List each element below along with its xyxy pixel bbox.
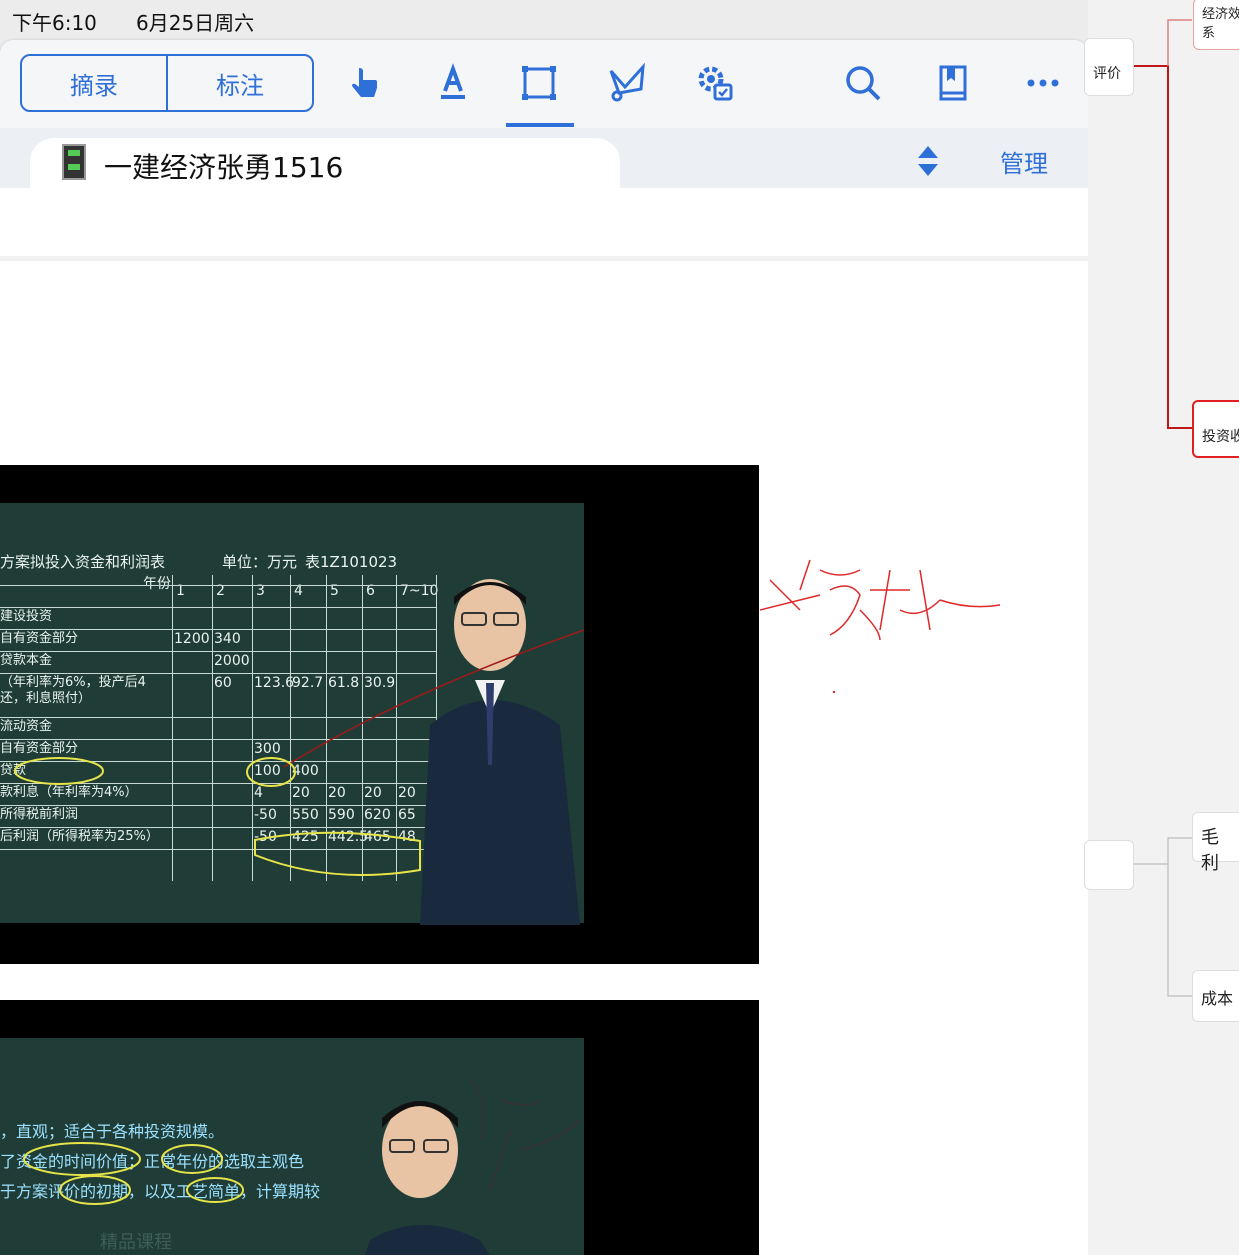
- toolbar: 摘录 标注: [0, 40, 1088, 128]
- search-icon[interactable]: [838, 58, 888, 108]
- video-clip-2[interactable]: ，直观；适合于各种投资规模。 了资金的时间价值；正常年份的选取主观色 于方案评价…: [0, 1000, 759, 1255]
- active-tool-indicator: [506, 123, 574, 127]
- mindmap-node-eval[interactable]: 评价: [1084, 38, 1134, 96]
- tab-title: 一建经济张勇1516: [104, 151, 344, 184]
- mindmap-node-gross[interactable]: 毛利: [1192, 812, 1239, 874]
- settings-gear-icon[interactable]: [690, 58, 740, 108]
- annotation-overlay-1: [14, 629, 585, 876]
- content-divider: [0, 256, 1088, 261]
- notes-app-window: 摘录 标注 一建经济张勇1516 管理 方案拟投入资金和利润表 单位：万元 表1…: [0, 40, 1088, 1255]
- rect-select-icon[interactable]: [514, 58, 564, 108]
- hand-pointer-icon[interactable]: [340, 58, 390, 108]
- mode-segmented-control: 摘录 标注: [20, 54, 314, 112]
- annotate-button[interactable]: 标注: [166, 56, 312, 110]
- mindmap-node-cost[interactable]: 成本: [1192, 970, 1239, 1022]
- mindmap-node-blank[interactable]: [1084, 840, 1134, 890]
- annotation-overlay-2: [23, 1079, 581, 1205]
- mindmap-node-invest[interactable]: 投资收: [1192, 400, 1239, 458]
- bookmark-icon[interactable]: [928, 58, 978, 108]
- more-icon[interactable]: [1018, 58, 1068, 108]
- lasso-icon[interactable]: [602, 58, 652, 108]
- video-clip-1[interactable]: 方案拟投入资金和利润表 单位：万元 表1Z101023 年份 1 2 3 4 5 6 7~1…: [0, 465, 759, 964]
- excerpt-button[interactable]: 摘录: [22, 56, 166, 110]
- mindmap-connectors: [1134, 19, 1192, 997]
- manage-button[interactable]: 管理: [1000, 144, 1048, 179]
- text-highlight-icon[interactable]: [428, 58, 478, 108]
- status-date: 6月25日周六: [136, 11, 255, 35]
- mindmap-node-top[interactable]: 经济效 系: [1193, 0, 1239, 50]
- sort-arrows-icon[interactable]: [916, 144, 940, 178]
- status-bar: 下午6:10 6月25日周六: [0, 0, 1090, 40]
- handwriting-annotation: [760, 559, 1001, 694]
- mindmap-panel: 经济效 系 评价 投资收 毛利 成本: [1084, 0, 1239, 1255]
- video-file-icon: [62, 144, 86, 180]
- status-time: 下午6:10: [12, 11, 97, 35]
